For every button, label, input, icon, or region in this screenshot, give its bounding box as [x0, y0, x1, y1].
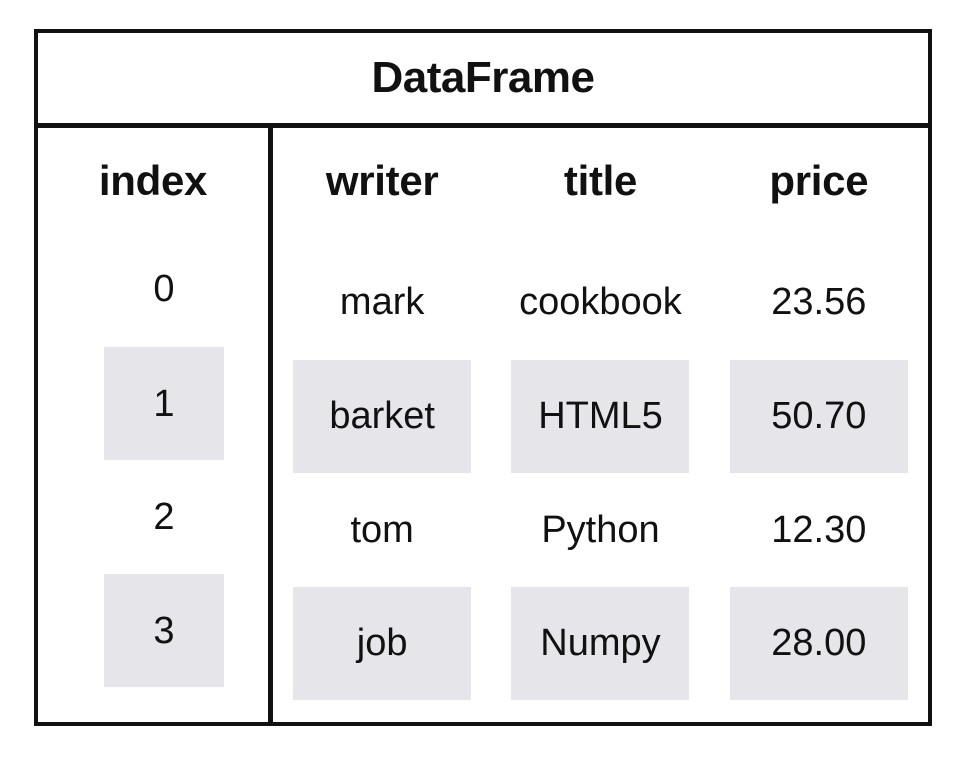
cell-title-row-1: HTML5	[491, 360, 709, 473]
cell-title-row-2: Python	[491, 473, 709, 587]
cell-writer-row-3: job	[273, 587, 491, 700]
dataframe-title: DataFrame	[371, 53, 595, 102]
cell-title-row-2-text: Python	[541, 508, 660, 551]
cell-writer-row-1-text: barket	[293, 360, 472, 473]
dataframe-box: DataFrame index 0 1 2 3 writer title pri…	[34, 29, 932, 726]
cell-title-row-1-text: HTML5	[511, 360, 690, 473]
cell-writer-row-0-text: mark	[339, 280, 425, 323]
column-header-price-label: price	[769, 156, 869, 204]
cell-writer-row-1: barket	[273, 360, 491, 473]
cell-price-row-2-text: 12.30	[771, 508, 867, 551]
cell-writer-row-2: tom	[273, 473, 491, 587]
index-cell-row-1: 1	[104, 347, 224, 460]
table-row: job Numpy 28.00	[273, 587, 928, 700]
index-header-cell: index	[38, 128, 268, 233]
index-cell-row-0: 0	[153, 268, 175, 310]
column-header-writer: writer	[273, 128, 491, 233]
column-header-price: price	[710, 128, 928, 233]
index-cell-row-3: 3	[104, 574, 224, 687]
cell-price-row-0: 23.56	[710, 246, 928, 358]
cell-price-row-3: 28.00	[710, 587, 928, 700]
dataframe-title-band: DataFrame	[38, 33, 928, 123]
cell-price-row-3-text: 28.00	[729, 587, 908, 700]
column-header-writer-label: writer	[325, 156, 439, 204]
table-row: tom Python 12.30	[273, 473, 928, 587]
data-rows-group: mark cookbook 23.56 barket HTML5 50.70 t…	[273, 233, 928, 722]
column-header-title: title	[491, 128, 709, 233]
cell-title-row-0: cookbook	[491, 246, 709, 358]
cell-title-row-0-text: cookbook	[519, 280, 682, 323]
table-row: mark cookbook 23.56	[273, 246, 928, 358]
cell-writer-row-2-text: tom	[350, 508, 414, 551]
cell-price-row-0-text: 23.56	[771, 280, 867, 323]
index-values-group: 0 1 2 3	[38, 233, 268, 722]
dataframe-body: index 0 1 2 3 writer title price mark co…	[38, 128, 928, 722]
cell-writer-row-3-text: job	[293, 587, 472, 700]
cell-price-row-2: 12.30	[710, 473, 928, 587]
index-header-label: index	[98, 156, 208, 204]
table-row: barket HTML5 50.70	[273, 360, 928, 473]
dataframe-diagram-canvas: DataFrame index 0 1 2 3 writer title pri…	[0, 0, 966, 772]
cell-price-row-1-text: 50.70	[729, 360, 908, 473]
cell-title-row-3: Numpy	[491, 587, 709, 700]
cell-writer-row-0: mark	[273, 246, 491, 358]
index-cell-row-2: 2	[153, 496, 175, 538]
column-header-title-label: title	[563, 156, 638, 204]
data-columns: writer title price mark cookbook 23.56 b…	[273, 128, 928, 722]
cell-price-row-1: 50.70	[710, 360, 928, 473]
cell-title-row-3-text: Numpy	[511, 587, 690, 700]
column-header-row: writer title price	[273, 128, 928, 233]
index-column: index 0 1 2 3	[38, 128, 268, 722]
